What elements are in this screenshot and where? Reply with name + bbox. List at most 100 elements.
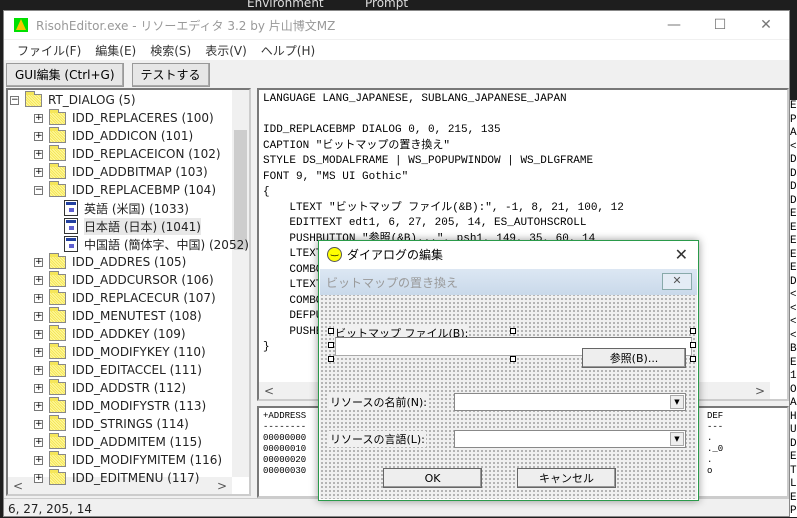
edit-dialog-close-button[interactable]: ✕	[675, 245, 688, 264]
tree-label: IDD_REPLACERES (100)	[72, 111, 214, 125]
dropdown-arrow-icon[interactable]: ▼	[670, 432, 684, 446]
tree-label: IDD_ADDICON (101)	[72, 129, 194, 143]
selection-handle[interactable]	[328, 328, 334, 334]
tree-label: IDD_REPLACEBMP (104)	[72, 183, 216, 197]
selection-handle[interactable]	[328, 342, 334, 348]
selection-handle[interactable]	[690, 356, 696, 362]
expand-icon[interactable]: +	[34, 347, 43, 357]
expand-icon[interactable]: +	[34, 455, 43, 465]
tree-item[interactable]: + IDD_MODIFYKEY (110)	[34, 342, 206, 361]
menu-bar: ファイル(F) 編集(E) 検索(S) 表示(V) ヘルプ(H)	[4, 40, 789, 60]
expand-icon[interactable]: +	[34, 401, 43, 411]
selection-handle[interactable]	[690, 342, 696, 348]
menu-search[interactable]: 検索(S)	[143, 40, 198, 60]
tree-label: IDD_ADDBITMAP (103)	[72, 165, 208, 179]
menu-file[interactable]: ファイル(F)	[10, 40, 88, 60]
tree-item[interactable]: + IDD_REPLACECUR (107)	[34, 288, 216, 307]
menu-view[interactable]: 表示(V)	[198, 40, 254, 60]
dropdown-arrow-icon[interactable]: ▼	[670, 395, 684, 409]
title-bar: RisohEditor.exe - リソーエディタ 3.2 by 片山博文MZ …	[4, 11, 789, 39]
selection-handle[interactable]	[510, 328, 516, 334]
tree-item[interactable]: + IDD_ADDCURSOR (106)	[34, 270, 214, 289]
dialog-resource-icon	[64, 200, 78, 216]
maximize-button[interactable]: ☐	[697, 11, 743, 39]
cancel-button[interactable]: キャンセル	[517, 468, 616, 488]
expand-icon[interactable]: +	[34, 149, 43, 159]
expand-icon[interactable]: +	[34, 293, 43, 303]
folder-icon	[49, 396, 66, 413]
selection-handle[interactable]	[690, 328, 696, 334]
menu-edit[interactable]: 編集(E)	[88, 40, 143, 60]
tree-label: 日本語 (日本) (1041)	[84, 217, 201, 235]
dialog-design-canvas[interactable]: ビットマップの置き換え ✕ ビットマップ ファイル(B): 参照(B)... リ…	[320, 269, 697, 499]
tree-item[interactable]: + IDD_MODIFYMITEM (116)	[34, 450, 222, 469]
folder-icon	[49, 270, 66, 287]
expand-icon[interactable]: +	[34, 473, 43, 483]
expand-icon[interactable]: +	[34, 131, 43, 141]
expand-icon[interactable]: +	[34, 365, 43, 375]
browse-button[interactable]: 参照(B)...	[582, 348, 686, 368]
folder-icon	[25, 90, 42, 107]
tree-item[interactable]: + IDD_ADDRES (105)	[34, 252, 186, 271]
tree-item[interactable]: + IDD_ADDKEY (109)	[34, 324, 186, 343]
toolbar: GUI編集 (Ctrl+G) テストする	[4, 63, 210, 87]
preview-close-button[interactable]: ✕	[662, 273, 692, 290]
expand-icon[interactable]: +	[34, 329, 43, 339]
tree-vertical-scrollbar[interactable]	[232, 90, 249, 477]
tree-item[interactable]: + IDD_ADDMITEM (115)	[34, 432, 202, 451]
tree-label: 英語 (米国) (1033)	[84, 201, 189, 216]
scroll-thumb[interactable]	[234, 130, 247, 250]
expand-icon[interactable]: +	[34, 419, 43, 429]
tree-label: IDD_MODIFYKEY (110)	[72, 345, 206, 359]
tree-item-language[interactable]: 英語 (米国) (1033)	[64, 199, 189, 217]
preview-caption-text: ビットマップの置き換え	[326, 275, 459, 290]
tree-item[interactable]: + IDD_MENUTEST (108)	[34, 306, 202, 325]
selection-handle[interactable]	[328, 356, 334, 362]
tree-item-language[interactable]: 日本語 (日本) (1041)	[64, 217, 201, 235]
close-button[interactable]: ✕	[743, 11, 789, 39]
test-button[interactable]: テストする	[131, 63, 210, 87]
expand-icon[interactable]: +	[34, 383, 43, 393]
resource-language-combo[interactable]: ▼	[454, 430, 686, 448]
tree-label: IDD_STRINGS (114)	[72, 417, 189, 431]
gui-edit-button[interactable]: GUI編集 (Ctrl+G)	[6, 63, 124, 87]
hex-ascii-column: DEF --- . ._0 . o	[707, 411, 724, 476]
expand-icon[interactable]: +	[34, 257, 43, 267]
window-title: RisohEditor.exe - リソーエディタ 3.2 by 片山博文MZ	[36, 18, 336, 33]
expand-icon[interactable]: +	[34, 275, 43, 285]
expand-icon[interactable]: +	[34, 311, 43, 321]
tree-item[interactable]: + IDD_EDITACCEL (111)	[34, 360, 202, 379]
tree-item[interactable]: + IDD_ADDICON (101)	[34, 126, 194, 145]
expand-icon[interactable]: +	[34, 113, 43, 123]
menu-help[interactable]: ヘルプ(H)	[254, 40, 322, 60]
folder-icon	[49, 288, 66, 305]
selection-handle[interactable]	[510, 356, 516, 362]
tree-item[interactable]: + IDD_REPLACERES (100)	[34, 108, 214, 127]
ok-button[interactable]: OK	[383, 468, 482, 488]
label-resource-name[interactable]: リソースの名前(N):	[329, 394, 428, 410]
background-window-edge: E P A < D D D D E E E E E D < < < < B E …	[790, 100, 797, 517]
tree-item[interactable]: + IDD_EDITMENU (117)	[34, 468, 200, 487]
tree-item[interactable]: − IDD_REPLACEBMP (104)	[34, 180, 216, 199]
expand-icon[interactable]: +	[34, 437, 43, 447]
collapse-icon[interactable]: −	[10, 95, 19, 105]
folder-icon	[49, 180, 66, 197]
tree-item[interactable]: + IDD_STRINGS (114)	[34, 414, 189, 433]
hex-address-column: +ADDRESS -------- 00000000 00000010 0000…	[263, 411, 307, 476]
resource-tree[interactable]: < > − RT_DIALOG (5) + IDD_REPLACERES (100) + I…	[6, 88, 251, 496]
tree-item-language[interactable]: 中国語 (簡体字、中国) (2052)	[64, 235, 249, 253]
label-resource-language[interactable]: リソースの言語(L):	[329, 431, 426, 447]
collapse-icon[interactable]: −	[34, 185, 43, 195]
tree-item[interactable]: + IDD_ADDSTR (112)	[34, 378, 186, 397]
tree-item-rt-dialog[interactable]: − RT_DIALOG (5)	[10, 90, 136, 109]
tree-item[interactable]: + IDD_REPLACEICON (102)	[34, 144, 221, 163]
resource-name-combo[interactable]: ▼	[454, 393, 686, 411]
tree-item[interactable]: + IDD_ADDBITMAP (103)	[34, 162, 208, 181]
folder-icon	[49, 450, 66, 467]
minimize-button[interactable]: —	[651, 11, 697, 39]
tree-label: IDD_MODIFYSTR (113)	[72, 399, 207, 413]
expand-icon[interactable]: +	[34, 167, 43, 177]
edit-dialog-title: ダイアログの編集	[347, 248, 444, 262]
tree-label: RT_DIALOG (5)	[48, 93, 136, 107]
tree-item[interactable]: + IDD_MODIFYSTR (113)	[34, 396, 207, 415]
